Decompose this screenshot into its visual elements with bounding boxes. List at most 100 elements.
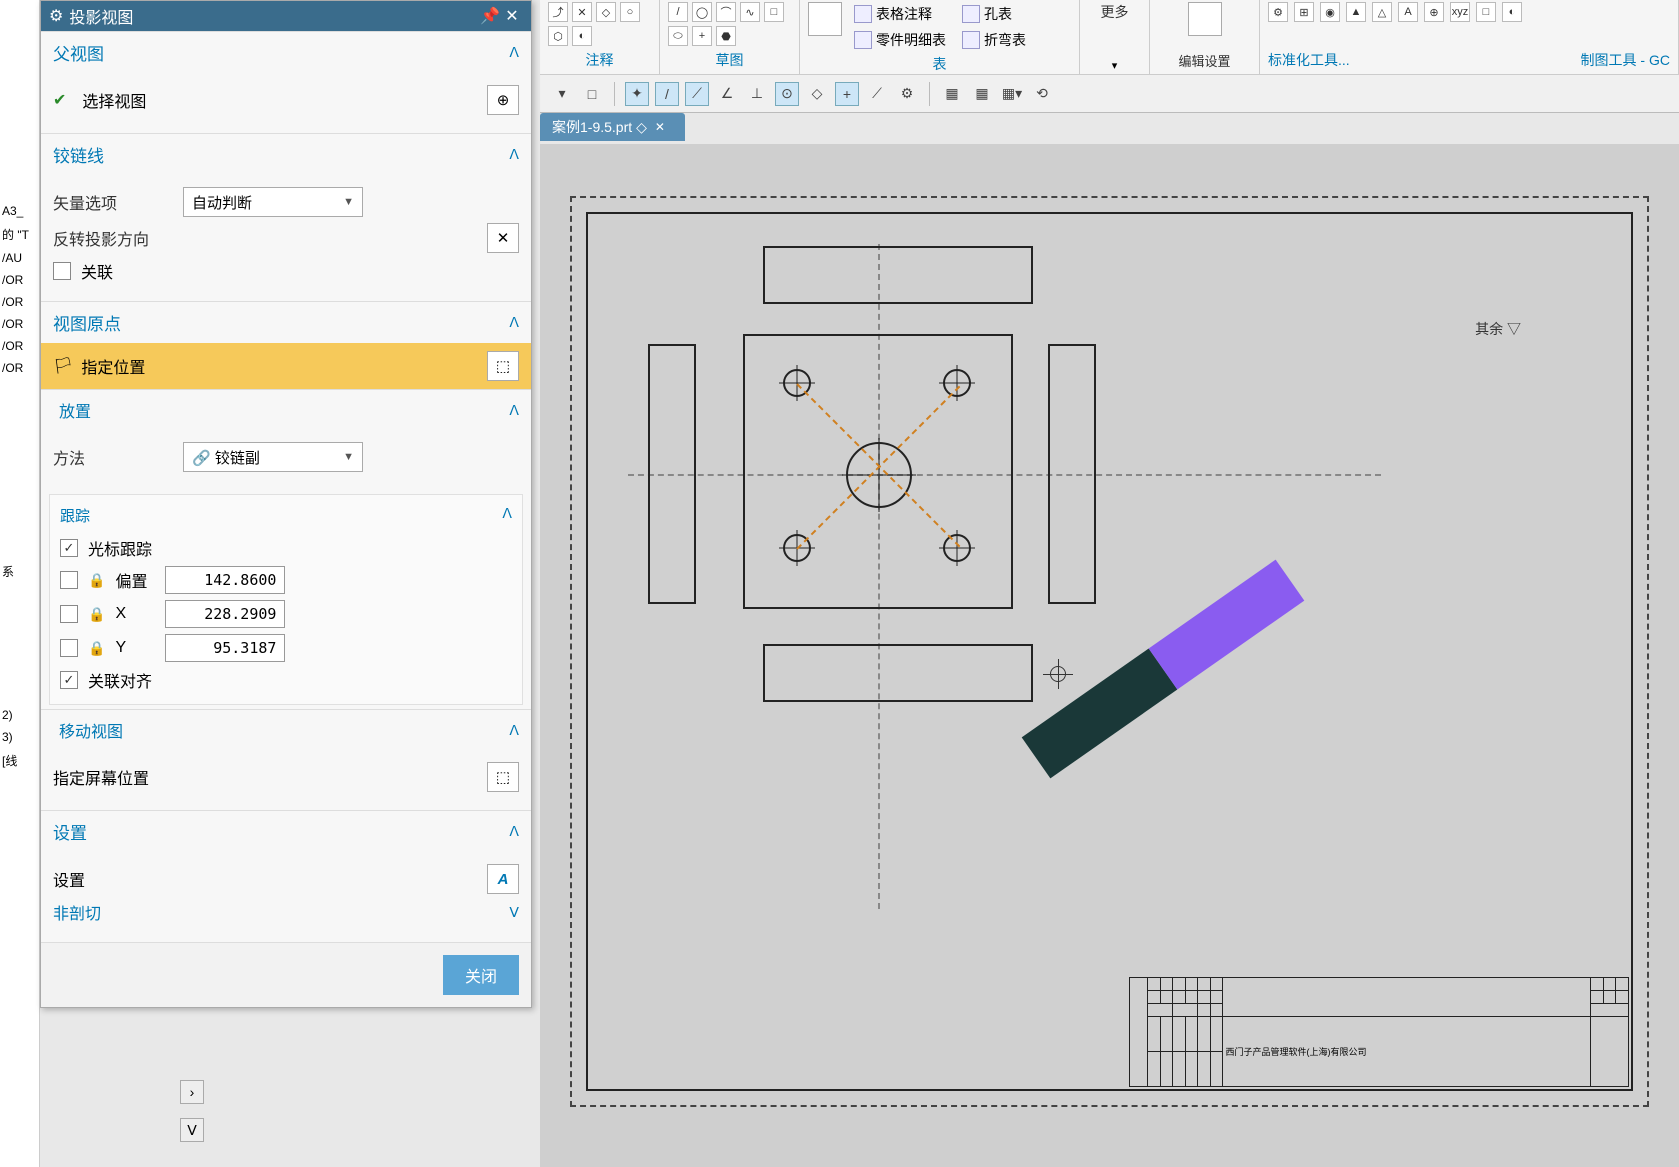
tool-rect-icon[interactable]: □ (580, 82, 604, 106)
tool-icon[interactable]: A (1398, 2, 1418, 22)
close-icon[interactable]: ✕ (655, 120, 665, 134)
close-icon[interactable]: ✕ (501, 5, 523, 27)
table-icon[interactable] (808, 2, 842, 36)
snap-plus-icon[interactable]: + (835, 82, 859, 106)
chevron-down-icon[interactable]: ᐯ (180, 1118, 204, 1142)
file-tab[interactable]: 案例1-9.5.prt ◇ ✕ (540, 113, 685, 141)
snap-settings-icon[interactable]: ⚙ (895, 82, 919, 106)
ribbon-small-icon[interactable]: ∿ (740, 2, 760, 22)
close-button[interactable]: 关闭 (443, 955, 519, 995)
tool-icon[interactable]: △ (1372, 2, 1392, 22)
settings-button[interactable]: A (487, 864, 519, 894)
tool-icon[interactable]: ⚙ (1268, 2, 1288, 22)
cursor-track-checkbox[interactable]: ✓ (60, 539, 78, 557)
lock-icon[interactable]: 🔒 (88, 606, 105, 623)
section-parent-view[interactable]: 父视图 ᐱ (41, 31, 531, 73)
section-hinge-line[interactable]: 铰链线 ᐱ (41, 133, 531, 175)
vector-option-select[interactable]: 自动判断 ▼ (183, 187, 363, 217)
tree-item[interactable]: /OR (0, 313, 39, 335)
tree-item[interactable]: [线 (0, 748, 39, 773)
tool-icon[interactable]: ◐ (1502, 2, 1522, 22)
tool-icon[interactable]: ⊞ (1294, 2, 1314, 22)
ribbon-small-icon[interactable]: ○ (620, 2, 640, 22)
tool-misc-icon[interactable]: ⟲ (1030, 82, 1054, 106)
section-settings[interactable]: 设置 ᐱ (41, 810, 531, 852)
x-input[interactable] (165, 600, 285, 628)
check-icon: ✔ (53, 90, 66, 110)
snap-perp-icon[interactable]: ∠ (715, 82, 739, 106)
tree-item[interactable]: A3_ (0, 200, 39, 222)
y-input[interactable] (165, 634, 285, 662)
ribbon-small-icon[interactable]: □ (764, 2, 784, 22)
lock-icon[interactable]: 🔒 (88, 572, 105, 589)
draft-tools-label[interactable]: 制图工具 - GC (1581, 48, 1670, 72)
specify-position-row[interactable]: 🏳 指定位置 ⬚ (41, 343, 531, 389)
table-note-btn[interactable]: 表格注释 (850, 2, 950, 26)
x-checkbox[interactable] (60, 605, 78, 623)
tracking-header[interactable]: 跟踪 ᐱ (60, 501, 512, 530)
more-btn[interactable]: 更多 (1101, 2, 1129, 22)
bend-table-btn[interactable]: 折弯表 (958, 28, 1030, 52)
chevron-up-icon: ᐱ (509, 44, 519, 61)
drawing-canvas[interactable]: 其余 ▽ (540, 144, 1679, 1167)
drawing-sheet: 其余 ▽ (570, 196, 1649, 1107)
section-view-origin[interactable]: 视图原点 ᐱ (41, 301, 531, 343)
tool-icon[interactable]: ◉ (1320, 2, 1340, 22)
ribbon-small-icon[interactable]: ⬭ (668, 26, 688, 46)
tree-item[interactable]: 2) (0, 704, 39, 726)
pin-icon[interactable]: 📌 (479, 5, 501, 27)
ribbon-small-icon[interactable]: ◇ (596, 2, 616, 22)
hole-table-btn[interactable]: 孔表 (958, 2, 1030, 26)
ribbon-small-icon[interactable]: ⬣ (716, 26, 736, 46)
move-view-header[interactable]: 移动视图 ᐱ (41, 709, 531, 750)
tool-icon[interactable]: □ (1476, 2, 1496, 22)
scroll-right-icon[interactable]: › (180, 1080, 204, 1104)
snap-end-icon[interactable]: / (655, 82, 679, 106)
y-checkbox[interactable] (60, 639, 78, 657)
reverse-dir-button[interactable]: ✕ (487, 223, 519, 253)
method-select[interactable]: 🔗 铰链副 ▼ (183, 442, 363, 472)
tree-item[interactable]: 系 (0, 559, 39, 584)
ribbon-small-icon[interactable]: ⤴ (548, 2, 568, 22)
part-list-btn[interactable]: 零件明细表 (850, 28, 950, 52)
placement-header[interactable]: 放置 ᐱ (41, 389, 531, 430)
snap-mid-icon[interactable]: ⟋ (685, 82, 709, 106)
snap-point-icon[interactable]: ✦ (625, 82, 649, 106)
tool-icon[interactable]: ▲ (1346, 2, 1366, 22)
tree-item[interactable]: /OR (0, 291, 39, 313)
tool-icon[interactable]: ⊕ (1424, 2, 1444, 22)
ribbon-small-icon[interactable]: ⌒ (716, 2, 736, 22)
specify-position-button[interactable]: ⬚ (487, 351, 519, 381)
snap-tangent-icon[interactable]: ⟋ (865, 82, 889, 106)
table-drop-icon[interactable]: ▦▾ (1000, 82, 1024, 106)
tree-item[interactable]: /OR (0, 335, 39, 357)
snap-quad-icon[interactable]: ◇ (805, 82, 829, 106)
associate-checkbox[interactable] (53, 262, 71, 280)
std-tools-label[interactable]: 标准化工具... (1268, 48, 1350, 72)
ribbon-small-icon[interactable]: ⬡ (548, 26, 568, 46)
tree-item[interactable]: 3) (0, 726, 39, 748)
section-mode-label[interactable]: 非剖切 (53, 900, 499, 924)
snap-center-icon[interactable]: ⊙ (775, 82, 799, 106)
edit-settings-icon[interactable] (1188, 2, 1222, 36)
tree-item[interactable]: /OR (0, 269, 39, 291)
screen-pos-button[interactable]: ⬚ (487, 762, 519, 792)
snap-intersect-icon[interactable]: ⊥ (745, 82, 769, 106)
offset-input[interactable] (165, 566, 285, 594)
tree-item[interactable]: /OR (0, 357, 39, 379)
tree-item[interactable]: 的 "T (0, 222, 39, 247)
ribbon-small-icon[interactable]: + (692, 26, 712, 46)
ribbon-small-icon[interactable]: ◐ (572, 26, 592, 46)
lock-icon[interactable]: 🔒 (88, 640, 105, 657)
grid-icon[interactable]: ▦ (940, 82, 964, 106)
ribbon-small-icon[interactable]: ◯ (692, 2, 712, 22)
ribbon-small-icon[interactable]: / (668, 2, 688, 22)
offset-checkbox[interactable] (60, 571, 78, 589)
tool-dropdown[interactable]: ▾ (550, 82, 574, 106)
tool-icon[interactable]: xyz (1450, 2, 1470, 22)
ribbon-small-icon[interactable]: ✕ (572, 2, 592, 22)
select-view-button[interactable]: ⊕ (487, 85, 519, 115)
assoc-align-checkbox[interactable]: ✓ (60, 671, 78, 689)
grid2-icon[interactable]: ▦ (970, 82, 994, 106)
tree-item[interactable]: /AU (0, 247, 39, 269)
